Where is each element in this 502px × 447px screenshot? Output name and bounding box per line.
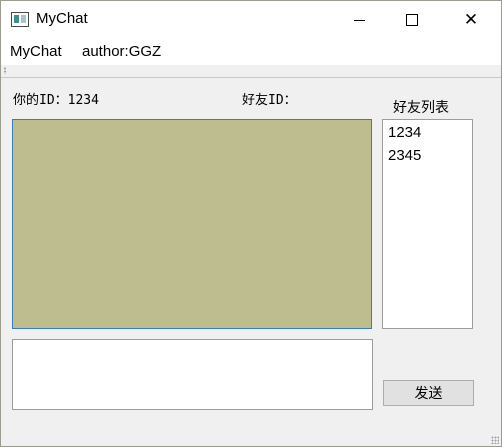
friend-id-label: 好友ID：	[242, 93, 297, 108]
toolbar-grip-icon[interactable]	[4, 67, 6, 74]
maximize-button[interactable]	[389, 1, 435, 39]
your-id-label: 你的ID：1234	[13, 93, 99, 108]
friend-list[interactable]: 1234 2345	[382, 119, 473, 329]
window-title: MyChat	[36, 10, 88, 27]
app-window: MyChat ✕ MyChat author:GGZ 你的ID：1234 好友I…	[0, 0, 502, 447]
app-window-icon	[11, 12, 29, 27]
chat-display[interactable]	[12, 119, 372, 329]
minimize-icon	[353, 19, 365, 21]
menu-item-mychat[interactable]: MyChat	[10, 43, 62, 60]
friend-list-item[interactable]: 2345	[388, 147, 421, 164]
minimize-button[interactable]	[336, 1, 382, 39]
friend-list-item[interactable]: 1234	[388, 124, 421, 141]
toolbar	[1, 65, 501, 78]
message-input[interactable]	[12, 339, 373, 410]
send-button[interactable]: 发送	[383, 380, 474, 406]
title-bar[interactable]: MyChat ✕	[1, 1, 501, 39]
menu-item-author[interactable]: author:GGZ	[82, 43, 161, 60]
friend-list-label: 好友列表	[393, 100, 449, 116]
close-icon: ✕	[463, 9, 479, 30]
close-button[interactable]: ✕	[448, 1, 494, 39]
resize-grip-icon[interactable]	[491, 436, 499, 444]
menu-bar: MyChat author:GGZ	[1, 39, 501, 65]
maximize-icon	[406, 14, 418, 26]
